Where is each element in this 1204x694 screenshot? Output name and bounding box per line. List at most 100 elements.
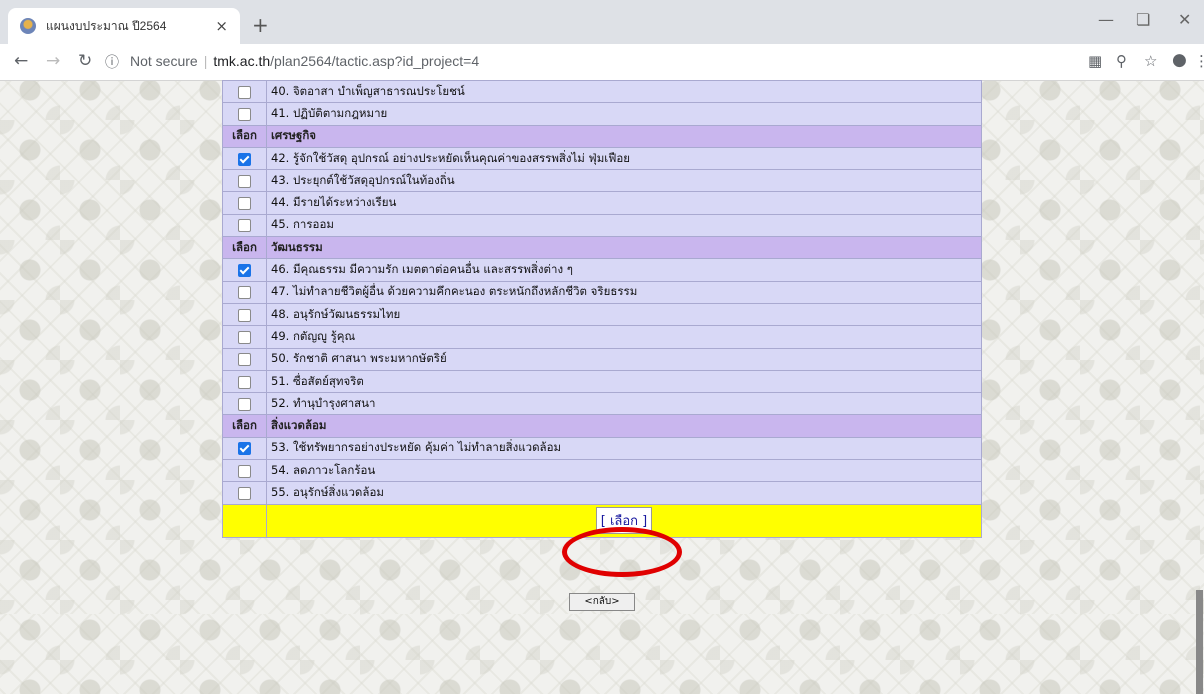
checkbox-cell <box>222 347 267 371</box>
url-separator: | <box>203 53 208 69</box>
minimize-icon[interactable]: — <box>1098 10 1114 29</box>
checkbox[interactable] <box>238 286 251 300</box>
checkbox[interactable] <box>238 219 251 233</box>
back-button[interactable]: <กลับ> <box>569 593 635 611</box>
translate-icon[interactable]: ▦ <box>1088 52 1102 70</box>
checkbox-checked[interactable] <box>238 152 251 166</box>
tactic-label: 45. การออม <box>266 213 982 238</box>
checkbox[interactable] <box>238 330 251 344</box>
reload-icon[interactable]: ↻ <box>78 51 92 71</box>
checkbox-cell <box>222 191 267 215</box>
tactic-row: 51. ซื่อสัตย์สุทจริต <box>222 369 982 394</box>
submit-cell: [ เลือก ] <box>266 503 982 538</box>
select-column-label: เลือก <box>222 124 267 148</box>
checkbox-checked[interactable] <box>238 442 251 456</box>
site-favicon-icon <box>20 18 36 34</box>
checkbox-cell <box>222 79 267 104</box>
checkbox[interactable] <box>238 353 251 367</box>
tactic-label: 49. กตัญญู รู้คุณ <box>266 325 982 349</box>
menu-kebab-icon[interactable]: ⋮ <box>1194 52 1204 70</box>
checkbox[interactable] <box>238 308 251 322</box>
checkbox[interactable] <box>238 107 251 121</box>
tab-title: แผนงบประมาณ ปี2564 <box>46 18 167 33</box>
browser-tab-bar: แผนงบประมาณ ปี2564 × + — ❏ ✕ <box>0 0 1204 44</box>
checkbox-cell <box>222 102 267 126</box>
scrollbar-thumb[interactable] <box>1196 590 1203 694</box>
tactic-label: 53. ใช้ทรัพยากรอย่างประหยัด คุ้มค่า ไม่ท… <box>266 436 982 461</box>
checkbox[interactable] <box>238 375 251 389</box>
not-secure-label: Not secure <box>130 53 198 69</box>
category-header-row: เลือก สิ่งแวดล้อม <box>222 414 982 438</box>
tactic-row: 49. กตัญญู รู้คุณ <box>222 325 982 349</box>
tactic-label: 42. รู้จักใช้วัสดุ อุปกรณ์ อย่างประหยัดเ… <box>266 146 982 171</box>
tab-close-icon[interactable]: × <box>215 17 228 35</box>
checkbox-cell <box>222 258 267 282</box>
address-toolbar: ← → ↻ ⓘ Not secure | tmk.ac.th/plan2564/ta… <box>0 44 1204 81</box>
checkbox-cell <box>222 481 267 505</box>
select-column-label: เลือก <box>222 236 267 260</box>
tactic-label: 50. รักชาติ ศาสนา พระมหากษัตริย์ <box>266 347 982 371</box>
forward-arrow-icon[interactable]: → <box>46 51 60 71</box>
select-submit-button[interactable]: [ เลือก ] <box>595 507 653 535</box>
tactic-label: 43. ประยุกต์ใช้วัสดุอุปกรณ์ในท้องถิ่น <box>266 169 982 193</box>
tactic-row: 44. มีรายได้ระหว่างเรียน <box>222 191 982 215</box>
profile-avatar-icon[interactable]: ● <box>1172 50 1187 70</box>
category-header-row: เลือก วัฒนธรรม <box>222 236 982 260</box>
tactic-label: 44. มีรายได้ระหว่างเรียน <box>266 191 982 215</box>
checkbox-cell <box>222 280 267 304</box>
tactic-label: 51. ซื่อสัตย์สุทจริต <box>266 369 982 394</box>
tactic-label: 54. ลดภาวะโลกร้อน <box>266 459 982 483</box>
category-label: วัฒนธรรม <box>266 236 982 260</box>
checkbox-cell <box>222 436 267 461</box>
info-icon[interactable]: ⓘ <box>105 52 119 72</box>
checkbox[interactable] <box>238 174 251 188</box>
category-label: สิ่งแวดล้อม <box>266 414 982 438</box>
tactic-row: 53. ใช้ทรัพยากรอย่างประหยัด คุ้มค่า ไม่ท… <box>222 436 982 461</box>
tactic-row: 48. อนุรักษ์วัฒนธรรมไทย <box>222 302 982 327</box>
bookmark-star-icon[interactable]: ☆ <box>1144 52 1157 70</box>
tactic-row: 52. ทำนุบำรุงศาสนา <box>222 392 982 416</box>
maximize-icon[interactable]: ❏ <box>1136 10 1150 29</box>
category-header-row: เลือก เศรษฐกิจ <box>222 124 982 148</box>
tactic-row: 54. ลดภาวะโลกร้อน <box>222 459 982 483</box>
checkbox-cell <box>222 146 267 171</box>
tactic-row: 43. ประยุกต์ใช้วัสดุอุปกรณ์ในท้องถิ่น <box>222 169 982 193</box>
checkbox-cell <box>222 369 267 394</box>
checkbox[interactable] <box>238 85 251 99</box>
tactic-row: 40. จิตอาสา บำเพ็ญสาธารณประโยชน์ <box>222 79 982 104</box>
select-column-label: เลือก <box>222 414 267 438</box>
checkbox[interactable] <box>238 464 251 478</box>
checkbox[interactable] <box>238 197 251 211</box>
tactic-label: 55. อนุรักษ์สิ่งแวดล้อม <box>266 481 982 505</box>
tactic-row: 50. รักชาติ ศาสนา พระมหากษัตริย์ <box>222 347 982 371</box>
tactic-row: 46. มีคุณธรรม มีความรัก เมตตาต่อคนอื่น แ… <box>222 258 982 282</box>
checkbox[interactable] <box>238 486 251 500</box>
tactic-row: 55. อนุรักษ์สิ่งแวดล้อม <box>222 481 982 505</box>
tactic-label: 41. ปฏิบัติตามกฎหมาย <box>266 102 982 126</box>
tactic-label: 46. มีคุณธรรม มีความรัก เมตตาต่อคนอื่น แ… <box>266 258 982 282</box>
checkbox-cell <box>222 302 267 327</box>
checkbox-checked[interactable] <box>238 264 251 278</box>
new-tab-button[interactable]: + <box>252 13 269 37</box>
browser-tab[interactable]: แผนงบประมาณ ปี2564 × <box>8 8 240 44</box>
url-bar[interactable]: Not secure | tmk.ac.th/plan2564/tactic.asp… <box>130 53 479 69</box>
checkbox[interactable] <box>238 397 251 411</box>
tactic-row: 45. การออม <box>222 213 982 238</box>
submit-row: [ เลือก ] <box>222 503 982 538</box>
tactic-label: 48. อนุรักษ์วัฒนธรรมไทย <box>266 302 982 327</box>
tactic-selection-table: 40. จิตอาสา บำเพ็ญสาธารณประโยชน์ 41. ปฏิบ… <box>222 79 982 538</box>
tactic-label: 47. ไม่ทำลายชีวิตผู้อื่น ด้วยความคึกคะนอ… <box>266 280 982 304</box>
checkbox-cell <box>222 325 267 349</box>
checkbox-cell <box>222 459 267 483</box>
page-scrollbar[interactable] <box>1194 80 1204 694</box>
tactic-label: 52. ทำนุบำรุงศาสนา <box>266 392 982 416</box>
checkbox-cell <box>222 213 267 238</box>
back-arrow-icon[interactable]: ← <box>14 51 28 71</box>
tactic-label: 40. จิตอาสา บำเพ็ญสาธารณประโยชน์ <box>266 79 982 104</box>
window-close-icon[interactable]: ✕ <box>1178 10 1191 29</box>
category-label: เศรษฐกิจ <box>266 124 982 148</box>
submit-row-spacer <box>222 503 267 538</box>
tactic-row: 47. ไม่ทำลายชีวิตผู้อื่น ด้วยความคึกคะนอ… <box>222 280 982 304</box>
tactic-row: 41. ปฏิบัติตามกฎหมาย <box>222 102 982 126</box>
zoom-icon[interactable]: ⚲ <box>1116 52 1127 70</box>
